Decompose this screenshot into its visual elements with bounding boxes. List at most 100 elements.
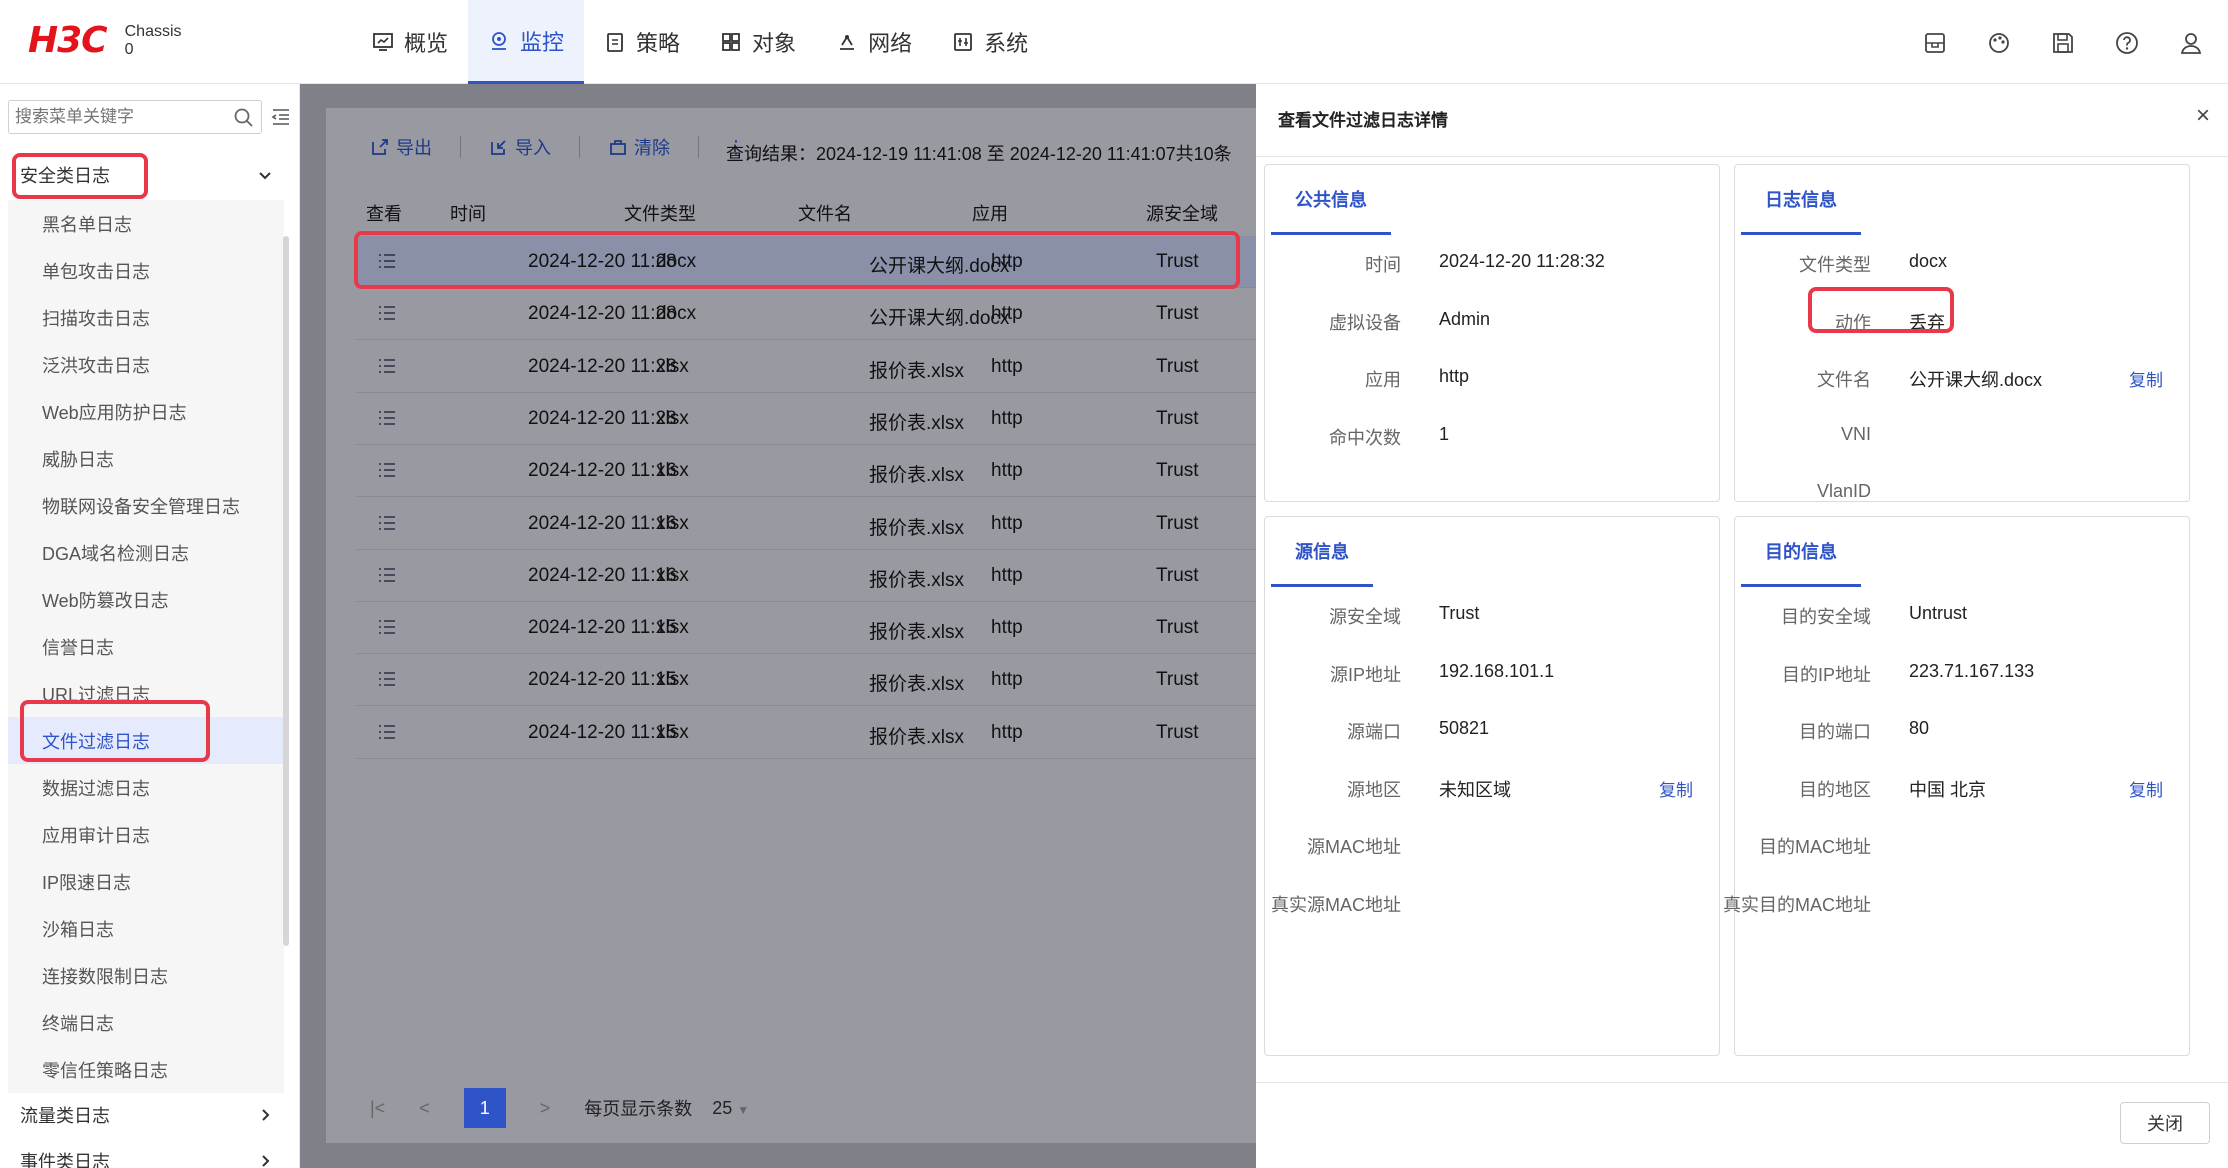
tab-dest-info[interactable]: 目的信息: [1741, 517, 1861, 587]
menu-group-traffic-logs[interactable]: 流量类日志: [8, 1094, 284, 1136]
kv-real-src-mac: 真实源MAC地址: [1265, 891, 1719, 921]
sidebar-item-iot-security-log[interactable]: 物联网设备安全管理日志: [8, 482, 284, 529]
cell-file-type: docx: [656, 303, 697, 325]
header-icons: [1918, 26, 2208, 60]
per-page-select[interactable]: 25 ▼: [712, 1098, 749, 1119]
tab-log-info[interactable]: 日志信息: [1741, 165, 1861, 235]
import-button[interactable]: 导入: [489, 134, 551, 160]
export-button[interactable]: 导出: [370, 134, 432, 160]
table-row[interactable]: 2024-12-20 11:15 xlsx 报价表.xlsx http Trust: [356, 602, 1256, 655]
table-row[interactable]: 2024-12-20 11:15 xlsx 报价表.xlsx http Trust: [356, 654, 1256, 707]
field-label: 命中次数: [1329, 428, 1401, 448]
sidebar-item-conn-limit-log[interactable]: 连接数限制日志: [8, 952, 284, 999]
cell-src-zone: Trust: [1156, 251, 1199, 272]
table-row[interactable]: 2024-12-20 11:16 xlsx 报价表.xlsx http Trust: [356, 498, 1256, 550]
palette-icon[interactable]: [1982, 26, 2016, 60]
copy-src-region-link[interactable]: 复制: [1659, 776, 1693, 801]
sidebar-item-web-tamper-log[interactable]: Web防篡改日志: [8, 576, 284, 623]
view-detail-icon[interactable]: [378, 619, 396, 641]
tab-source-info[interactable]: 源信息: [1271, 517, 1373, 587]
copy-file-name-link[interactable]: 复制: [2129, 366, 2163, 391]
view-detail-icon[interactable]: [378, 305, 396, 327]
field-label: 应用: [1365, 370, 1401, 390]
sidebar-item-app-audit-log[interactable]: 应用审计日志: [8, 811, 284, 858]
next-page-button[interactable]: >: [540, 1098, 551, 1119]
nav-overview-label: 概览: [404, 31, 449, 56]
view-detail-icon[interactable]: [378, 253, 396, 275]
kv-application: 应用 http: [1265, 366, 1719, 396]
menu-group-event-logs[interactable]: 事件类日志: [8, 1140, 284, 1168]
view-detail-icon[interactable]: [378, 410, 396, 432]
table-row[interactable]: 2024-12-20 11:28 xlsx 报价表.xlsx http Trust: [356, 393, 1256, 445]
view-detail-icon[interactable]: [378, 462, 396, 484]
nav-system-label: 系统: [984, 31, 1029, 56]
sidebar-item-url-filter-log[interactable]: URL过滤日志: [8, 670, 284, 717]
policy-icon: [607, 33, 623, 52]
view-detail-icon[interactable]: [378, 358, 396, 380]
table-row[interactable]: 2024-12-20 11:16 xlsx 报价表.xlsx http Trust: [356, 550, 1256, 602]
field-label: 源安全域: [1329, 607, 1401, 627]
table-row[interactable]: 2024-12-20 11:28 docx 公开课大纲.docx http Trust: [356, 236, 1256, 288]
user-icon[interactable]: [2174, 26, 2208, 60]
cell-file-type: xlsx: [656, 407, 689, 429]
help-icon[interactable]: [2110, 26, 2144, 60]
view-detail-icon[interactable]: [378, 724, 396, 746]
menu-group-label: 流量类日志: [20, 1106, 110, 1126]
prev-page-button[interactable]: <: [419, 1098, 430, 1119]
menu-search-input[interactable]: [15, 107, 225, 127]
sidebar-item-ip-rate-limit-log[interactable]: IP限速日志: [8, 858, 284, 905]
sidebar-item-single-packet-attack-log[interactable]: 单包攻击日志: [8, 247, 284, 294]
import-icon: [491, 140, 506, 155]
menu-group-security-logs[interactable]: 安全类日志: [8, 154, 284, 196]
toolbar-divider: [698, 136, 699, 158]
page-number-button[interactable]: 1: [463, 1088, 506, 1128]
sidebar-scrollbar[interactable]: [283, 236, 289, 946]
search-icon[interactable]: [233, 107, 255, 129]
menu-collapse-icon[interactable]: [270, 106, 292, 128]
sidebar-item-flood-attack-log[interactable]: 泛洪攻击日志: [8, 341, 284, 388]
panel-public-info: 公共信息 时间 2024-12-20 11:28:32 虚拟设备 Admin 应用 h…: [1264, 164, 1720, 502]
chevron-down-icon: ▼: [737, 1102, 750, 1117]
sidebar-item-zero-trust-log[interactable]: 零信任策略日志: [8, 1046, 284, 1093]
close-icon[interactable]: ×: [2196, 102, 2210, 130]
sidebar-item-sandbox-log[interactable]: 沙箱日志: [8, 905, 284, 952]
copy-dst-region-link[interactable]: 复制: [2129, 776, 2163, 801]
close-button[interactable]: 关闭: [2120, 1102, 2210, 1144]
nav-monitor[interactable]: 监控: [468, 0, 585, 84]
tab-public-info[interactable]: 公共信息: [1271, 165, 1391, 235]
sidebar-item-threat-log[interactable]: 威胁日志: [8, 435, 284, 482]
kv-real-dst-mac: 真实目的MAC地址: [1723, 891, 2189, 921]
cell-time: 2024-12-20 11:16: [528, 564, 677, 586]
sidebar-item-reputation-log[interactable]: 信誉日志: [8, 623, 284, 670]
menu-search[interactable]: [8, 100, 262, 134]
cell-app: http: [991, 303, 1023, 325]
save-config-icon[interactable]: [1918, 26, 1952, 60]
nav-network[interactable]: 网络: [816, 0, 932, 84]
sidebar-item-scan-attack-log[interactable]: 扫描攻击日志: [8, 294, 284, 341]
table-row[interactable]: 2024-12-20 11:28 docx 公开课大纲.docx http Trust: [356, 288, 1256, 341]
save-icon[interactable]: [2046, 26, 2080, 60]
first-page-button[interactable]: |<: [370, 1098, 385, 1119]
sidebar-item-file-filter-log[interactable]: 文件过滤日志: [8, 717, 284, 764]
sidebar-item-terminal-log[interactable]: 终端日志: [8, 999, 284, 1046]
col-header-file-name: 文件名: [798, 204, 852, 224]
nav-object[interactable]: 对象: [700, 0, 816, 84]
nav-policy[interactable]: 策略: [584, 0, 700, 84]
sidebar-item-dga-log[interactable]: DGA域名检测日志: [8, 529, 284, 576]
nav-system[interactable]: 系统: [932, 0, 1048, 84]
table-row[interactable]: 2024-12-20 11:15 xlsx 报价表.xlsx http Trust: [356, 707, 1256, 759]
field-value: Admin: [1439, 309, 1491, 329]
table-row[interactable]: 2024-12-20 11:16 xlsx 报价表.xlsx http Trust: [356, 445, 1256, 498]
view-detail-icon[interactable]: [378, 515, 396, 537]
chevron-right-icon: [262, 1155, 270, 1167]
nav-overview[interactable]: 概览: [352, 0, 468, 84]
field-value: 未知区域: [1439, 780, 1511, 800]
view-detail-icon[interactable]: [378, 567, 396, 589]
clear-button[interactable]: 清除: [608, 134, 670, 160]
sidebar-item-blacklist-log[interactable]: 黑名单日志: [8, 200, 284, 247]
sidebar-item-data-filter-log[interactable]: 数据过滤日志: [8, 764, 284, 811]
kv-dst-mac: 目的MAC地址: [1735, 833, 2189, 863]
view-detail-icon[interactable]: [378, 671, 396, 693]
sidebar-item-waf-log[interactable]: Web应用防护日志: [8, 388, 284, 435]
table-row[interactable]: 2024-12-20 11:28 xlsx 报价表.xlsx http Trust: [356, 341, 1256, 393]
